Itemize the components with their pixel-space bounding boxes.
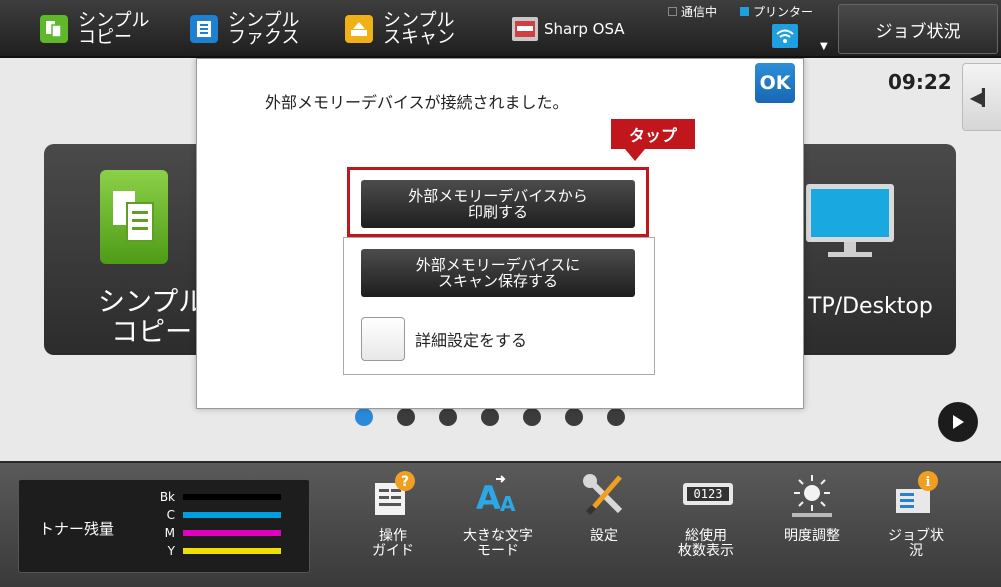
settings-button[interactable]: 設定	[556, 471, 652, 583]
toner-row-bk: Bk	[149, 490, 281, 504]
external-memory-dialog: 外部メモリーデバイスが接続されました。 OK タップ 外部メモリーデバイスから …	[196, 58, 804, 409]
sharp-osa-label: Sharp OSA	[544, 20, 625, 38]
sharp-osa-icon	[512, 17, 538, 41]
page-dot[interactable]	[565, 408, 583, 426]
next-page-button[interactable]	[938, 402, 978, 442]
brightness-adjust-button[interactable]: 明度調整	[764, 471, 860, 583]
status-dropdown-icon[interactable]: ▼	[820, 41, 828, 52]
toner-row-m: M	[149, 526, 281, 540]
page-dot[interactable]	[355, 408, 373, 426]
page-indicator	[355, 408, 625, 426]
wifi-icon[interactable]	[772, 24, 798, 48]
page-dot[interactable]	[607, 408, 625, 426]
clock: 09:22	[888, 70, 952, 94]
ok-button[interactable]: OK	[755, 63, 795, 103]
side-panel-toggle[interactable]: ◀▎	[962, 63, 1001, 131]
detail-settings-checkbox[interactable]	[361, 317, 405, 361]
toner-title: トナー残量	[39, 520, 115, 538]
tap-callout: タップ	[611, 119, 695, 161]
scan-to-memory-button[interactable]: 外部メモリーデバイスに スキャン保存する	[361, 249, 635, 297]
scan-btn-line1: 外部メモリーデバイスに	[415, 256, 581, 274]
tile-copy-label-line1: シンプル	[98, 287, 206, 318]
bottom-bar: トナー残量 Bk C M Y ? 操作 ガイド AA 大きな文字 モード 設定 …	[0, 461, 1001, 587]
guide-book-icon: ?	[369, 471, 417, 519]
page-dot[interactable]	[523, 408, 541, 426]
toner-row-y: Y	[149, 544, 281, 558]
simple-scan-app-button[interactable]: シンプル スキャン	[345, 8, 455, 50]
status-area: 通信中 プリンター ▼	[668, 3, 836, 55]
scan-icon	[345, 15, 373, 43]
copy-icon	[40, 15, 68, 43]
status-printer: プリンター	[740, 3, 813, 20]
toner-bar-bk	[183, 494, 281, 500]
top-bar: シンプル コピー シンプル ファクス シンプル スキャン Sharp OSA 通…	[0, 0, 1001, 58]
simple-fax-app-button[interactable]: シンプル ファクス	[190, 8, 299, 50]
svg-text:i: i	[926, 475, 931, 490]
page-dot[interactable]	[397, 408, 415, 426]
monitor-icon	[804, 182, 896, 262]
wrench-screwdriver-icon	[580, 471, 628, 519]
operation-guide-button[interactable]: ? 操作 ガイド	[345, 471, 441, 583]
toner-bar-c	[183, 512, 281, 518]
page-dot[interactable]	[481, 408, 499, 426]
svg-text:?: ?	[401, 474, 409, 490]
toner-level-panel[interactable]: トナー残量 Bk C M Y	[18, 479, 310, 573]
large-text-mode-button[interactable]: AA 大きな文字 モード	[450, 471, 546, 583]
page-dot[interactable]	[439, 408, 457, 426]
large-text-icon: AA	[474, 471, 522, 519]
detail-settings-label: 詳細設定をする	[415, 331, 528, 350]
side-panel-arrow-icon: ◀▎	[969, 87, 995, 107]
status-printer-square-icon	[740, 7, 749, 16]
toner-row-c: C	[149, 508, 281, 522]
job-status-tool-button[interactable]: i ジョブ状 況	[868, 471, 964, 583]
simple-copy-app-button[interactable]: シンプル コピー	[40, 8, 149, 50]
play-arrow-icon	[953, 415, 964, 429]
status-square-icon	[668, 7, 677, 16]
simple-scan-label-line2: スキャン	[383, 27, 455, 48]
toner-bar-y	[183, 548, 281, 554]
tile-copy-label-line2: コピー	[111, 317, 193, 348]
simple-copy-label-line2: コピー	[78, 27, 132, 48]
print-btn-line2: 印刷する	[467, 203, 528, 221]
toner-bar-m	[183, 530, 281, 536]
svg-text:A: A	[500, 492, 516, 516]
print-btn-line1: 外部メモリーデバイスから	[408, 187, 588, 205]
status-communicating: 通信中	[668, 3, 717, 20]
total-count-button[interactable]: 0123 総使用 枚数表示	[658, 471, 754, 583]
counter-digits: 0123	[694, 487, 723, 501]
scan-btn-line2: スキャン保存する	[437, 272, 558, 290]
counter-icon: 0123	[682, 471, 733, 519]
job-status-info-icon: i	[892, 471, 940, 519]
copy-tile-icon	[100, 170, 168, 264]
svg-text:A: A	[476, 479, 501, 517]
simple-fax-label-line2: ファクス	[228, 27, 300, 48]
sun-brightness-icon	[788, 471, 836, 519]
print-from-memory-button[interactable]: 外部メモリーデバイスから 印刷する	[361, 180, 635, 228]
tile-desktop-label: TP/Desktop	[808, 294, 933, 319]
job-status-button[interactable]: ジョブ状況	[838, 4, 998, 54]
fax-icon	[190, 15, 218, 43]
sharp-osa-button[interactable]: Sharp OSA	[512, 8, 625, 50]
dialog-message: 外部メモリーデバイスが接続されました。	[265, 93, 569, 112]
